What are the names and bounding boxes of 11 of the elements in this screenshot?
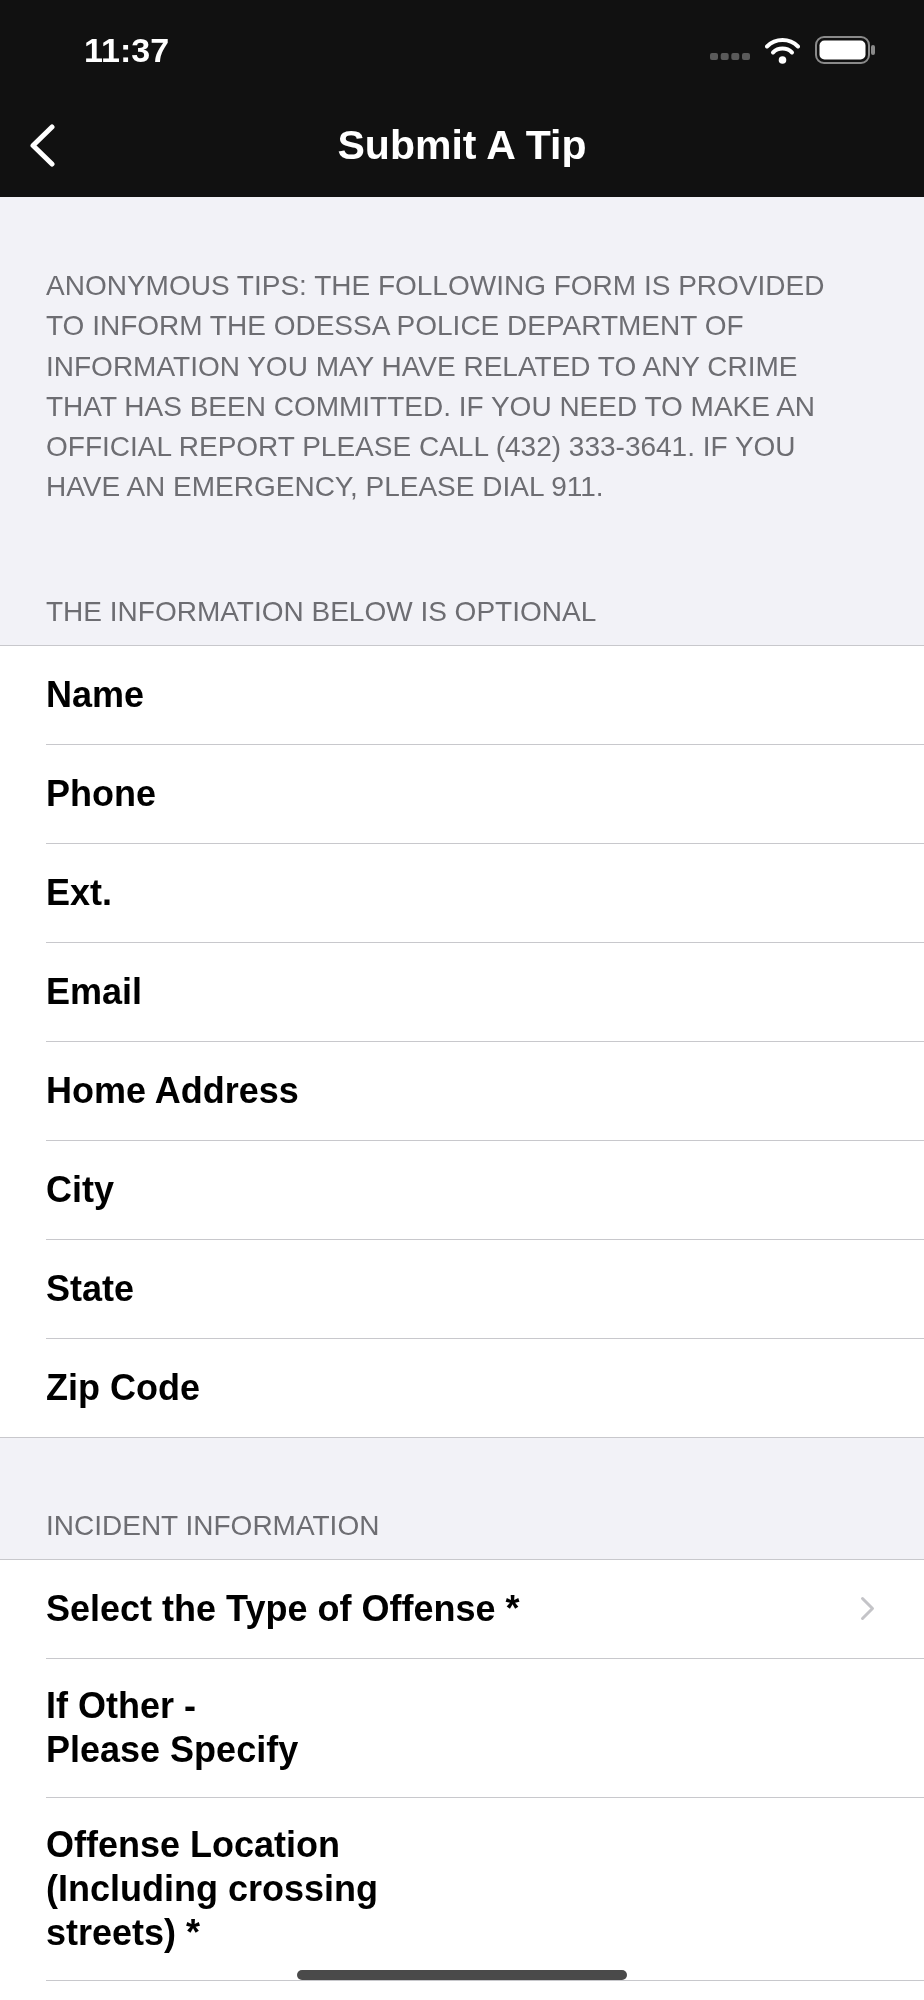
chevron-left-icon	[28, 123, 56, 167]
back-button[interactable]	[28, 123, 56, 167]
wifi-icon	[765, 36, 800, 64]
page-title: Submit A Tip	[337, 121, 587, 169]
signal-icon	[710, 53, 750, 60]
section-header: INCIDENT INFORMATION	[45, 1508, 381, 1543]
battery-icon	[815, 36, 875, 64]
notice-text: ANONYMOUS TIPS: THE FOLLOWING FORM IS PROVIDED TO INFORM THE ODESSA POLICE DEPARTMENT OF INFORMATION YOU MAY HAVE RELATED TO ANY CRIME THAT HAS BEEN COMMITTED. IF YOU NEED TO MAKE AN OFFICIAL REPORT PLEASE CALL (432) 333-3641. IF YOU HAVE AN EMERGENCY, PLEASE DIAL 911.	[45, 269, 826, 505]
chevron-right-icon	[860, 1596, 875, 1622]
section-header: THE INFORMATION BELOW IS OPTIONAL	[45, 594, 598, 629]
status-time: 11:37	[84, 30, 170, 70]
